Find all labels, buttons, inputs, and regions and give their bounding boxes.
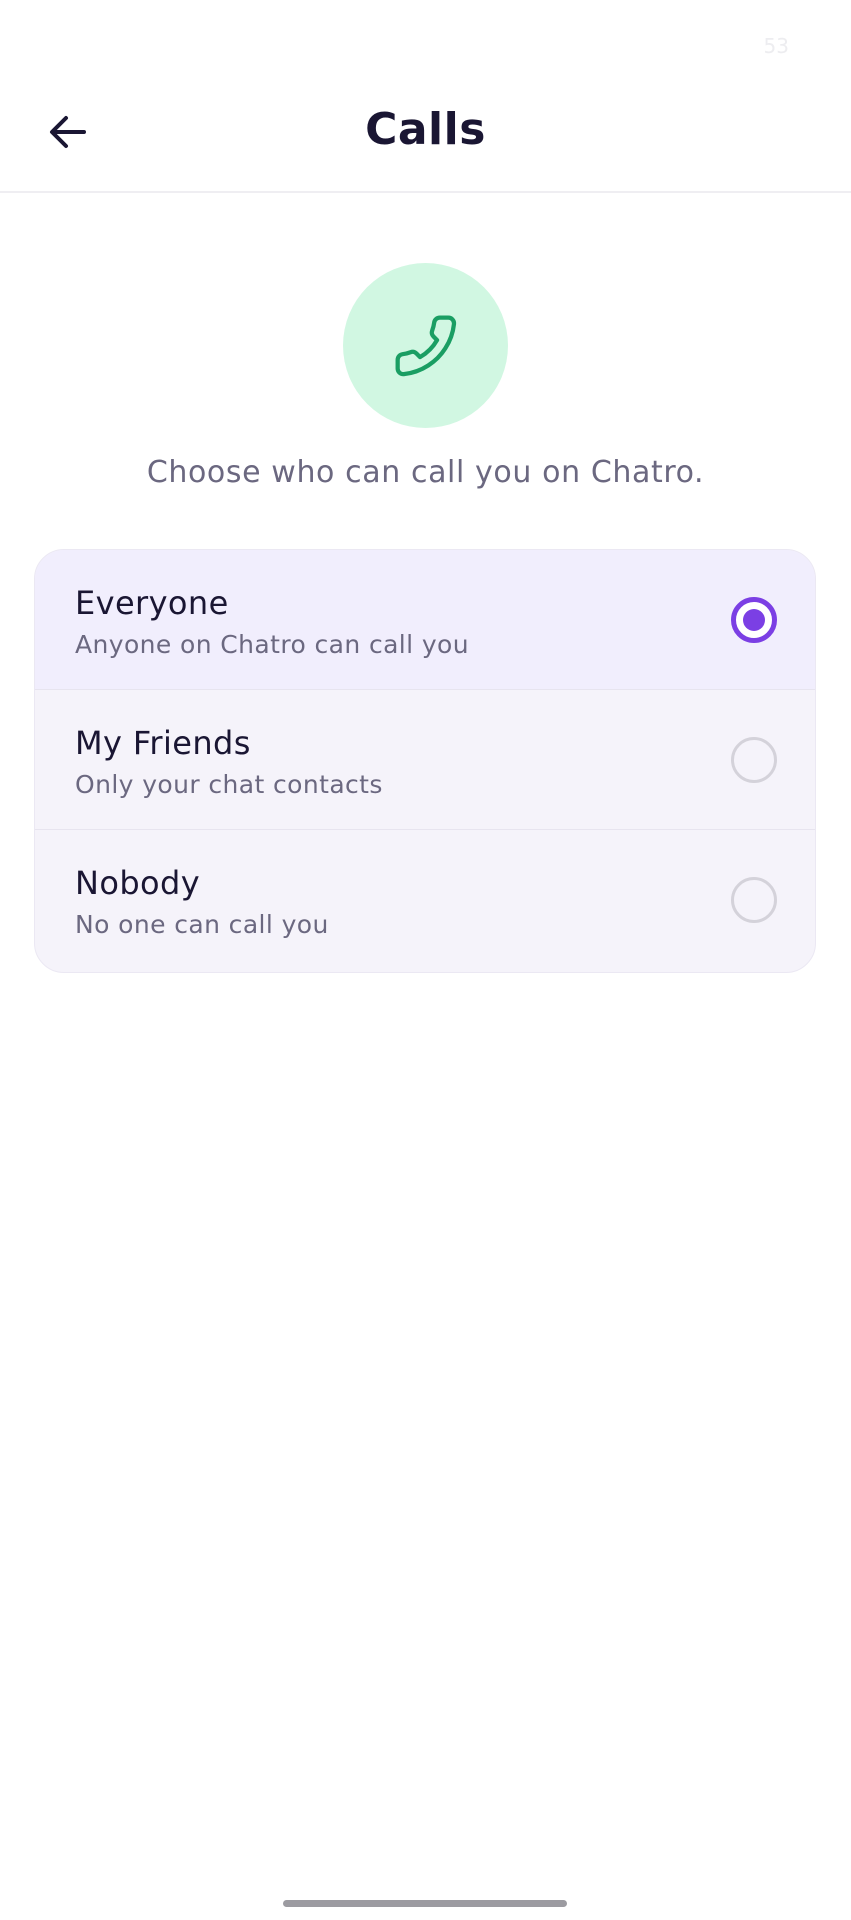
radio-nobody[interactable] [731, 877, 777, 923]
option-title: My Friends [75, 724, 251, 762]
option-nobody[interactable]: Nobody No one can call you [35, 830, 815, 970]
option-subtitle: No one can call you [75, 910, 329, 939]
radio-everyone[interactable] [731, 597, 777, 643]
option-title: Everyone [75, 584, 229, 622]
call-privacy-options: Everyone Anyone on Chatro can call you M… [34, 549, 816, 973]
option-title: Nobody [75, 864, 201, 902]
radio-my-friends[interactable] [731, 737, 777, 783]
option-everyone[interactable]: Everyone Anyone on Chatro can call you [35, 550, 815, 690]
option-subtitle: Anyone on Chatro can call you [75, 630, 469, 659]
app-header: Calls [0, 0, 851, 193]
calls-description: Choose who can call you on Chatro. [146, 455, 705, 490]
option-subtitle: Only your chat contacts [75, 770, 383, 799]
phone-icon [395, 315, 456, 376]
home-indicator[interactable] [283, 1900, 567, 1907]
call-icon-circle [343, 263, 508, 428]
page-title: Calls [365, 104, 486, 155]
option-my-friends[interactable]: My Friends Only your chat contacts [35, 690, 815, 830]
